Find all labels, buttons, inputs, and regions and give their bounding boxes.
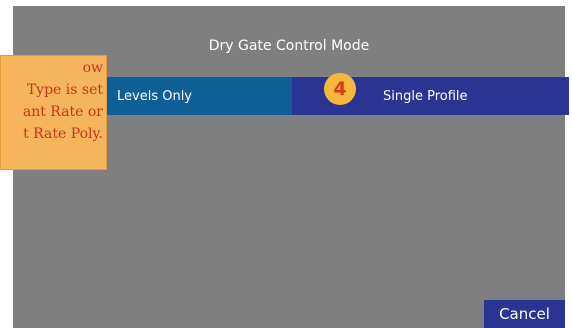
note-line: Type is set	[26, 82, 103, 98]
dialog-title: Dry Gate Control Mode	[208, 38, 370, 54]
note-line: ant Rate or	[22, 104, 103, 120]
step-number: 4	[333, 78, 347, 100]
single-profile-label: Single Profile	[383, 88, 468, 104]
note-line: t Rate Poly.	[23, 126, 103, 142]
note-line: ow	[82, 60, 103, 76]
annotation-note: ow Type is set ant Rate or t Rate Poly.	[0, 55, 107, 170]
cancel-label: Cancel	[499, 305, 550, 323]
step-number-badge: 4	[324, 73, 356, 105]
cancel-button[interactable]: Cancel	[484, 300, 565, 328]
levels-only-label: Levels Only	[117, 88, 192, 104]
levels-only-button[interactable]: Levels Only	[105, 77, 294, 115]
